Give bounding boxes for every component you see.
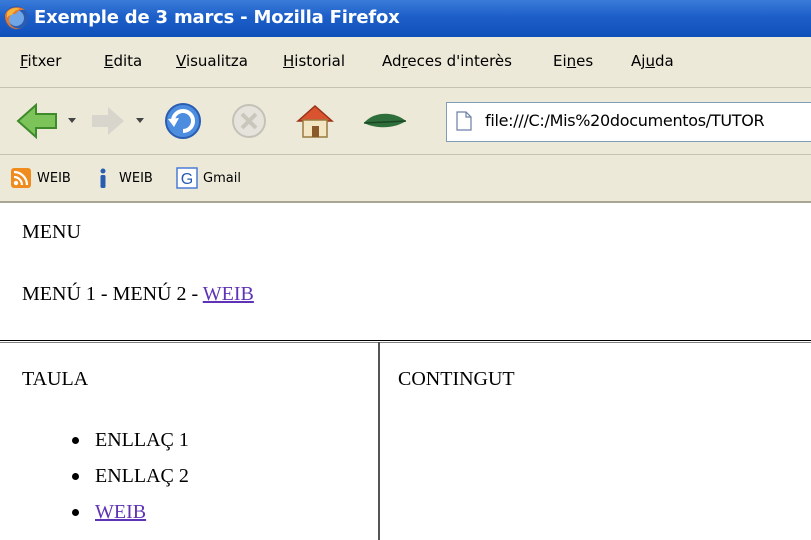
rss-feed-icon (11, 168, 31, 188)
table-heading: TAULA (22, 368, 89, 390)
title-bar: Exemple de 3 marcs - Mozilla Firefox (0, 0, 811, 37)
home-icon[interactable] (292, 99, 338, 143)
svg-text:G: G (181, 171, 193, 188)
menu-separator: - (95, 283, 113, 305)
bookmarks-toolbar: WEIB WEIB G Gmail (0, 155, 811, 203)
list-item: ENLLAÇ 1 (0, 425, 189, 461)
bullet-icon (72, 473, 79, 480)
menu-bookmarks[interactable]: Adreces d'interès (382, 52, 512, 70)
page-content: MENU MENÚ 1 - MENÚ 2 - WEIB TAULA ENLLAÇ… (0, 203, 811, 540)
bullet-icon (72, 509, 79, 516)
address-text[interactable]: file:///C:/Mis%20documentos/TUTOR (485, 111, 765, 130)
window-title: Exemple de 3 marcs - Mozilla Firefox (34, 7, 400, 28)
back-dropdown-icon[interactable] (68, 118, 76, 123)
list-item: WEIB (0, 497, 189, 533)
menu-file[interactable]: Fitxer (20, 52, 61, 70)
content-heading: CONTINGUT (398, 368, 515, 390)
reload-icon[interactable] (160, 99, 206, 143)
link-list: ENLLAÇ 1 ENLLAÇ 2 WEIB (0, 425, 189, 533)
firefox-logo-icon (4, 6, 28, 30)
weib-link[interactable]: WEIB (95, 501, 146, 523)
link-2-text: ENLLAÇ 2 (95, 465, 189, 487)
menu-tools[interactable]: Eines (553, 52, 593, 70)
frame-divider-vertical[interactable] (378, 342, 380, 540)
forward-arrow-icon[interactable] (88, 99, 128, 143)
bookmark-label: WEIB (119, 171, 153, 186)
address-bar[interactable]: file:///C:/Mis%20documentos/TUTOR (446, 102, 811, 142)
list-item: ENLLAÇ 2 (0, 461, 189, 497)
menu-bar: Fitxer Edita Visualitza Historial Adrece… (0, 37, 811, 88)
bullet-icon (72, 437, 79, 444)
frame-divider-shadow (0, 342, 811, 343)
info-icon (100, 168, 106, 188)
stop-icon[interactable] (226, 99, 272, 143)
frame-divider[interactable] (0, 340, 811, 341)
menu-history[interactable]: Historial (283, 52, 345, 70)
bookmark-label: WEIB (37, 171, 71, 186)
menu-2-text: MENÚ 2 (112, 283, 187, 305)
back-arrow-icon[interactable] (14, 99, 60, 143)
bookmark-label: Gmail (203, 171, 241, 186)
menu-1-text: MENÚ 1 (22, 283, 96, 305)
google-icon: G (176, 167, 198, 189)
menu-view[interactable]: Visualitza (176, 52, 248, 70)
link-1-text: ENLLAÇ 1 (95, 429, 189, 451)
bookmark-leaf-icon[interactable] (360, 99, 410, 143)
menu-heading: MENU (22, 221, 81, 243)
weib-link[interactable]: WEIB (203, 283, 254, 305)
menu-line: MENÚ 1 - MENÚ 2 - WEIB (22, 283, 254, 306)
page-icon (456, 111, 472, 131)
forward-dropdown-icon[interactable] (136, 118, 144, 123)
menu-edit[interactable]: Edita (104, 52, 142, 70)
menu-separator: - (186, 283, 203, 305)
menu-help[interactable]: Ajuda (631, 52, 674, 70)
navigation-toolbar: file:///C:/Mis%20documentos/TUTOR (0, 88, 811, 155)
